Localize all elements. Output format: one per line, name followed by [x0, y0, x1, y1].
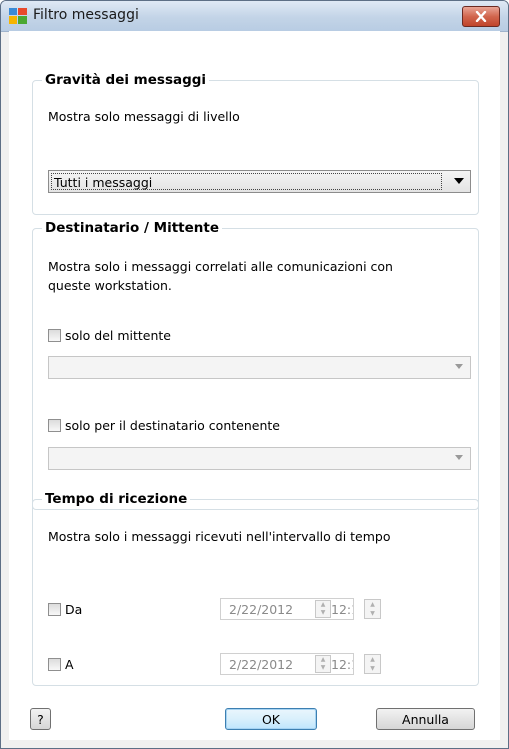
severity-dropdown[interactable]: Tutti i messaggi — [48, 170, 471, 193]
help-button[interactable]: ? — [30, 708, 51, 730]
time-group-title: Tempo di ricezione — [42, 491, 191, 507]
recipient-checkbox[interactable] — [48, 418, 61, 432]
severity-selected-value: Tutti i messaggi — [51, 173, 442, 190]
sender-checkbox[interactable] — [48, 328, 61, 342]
to-checkbox-label: A — [65, 656, 74, 672]
dialog-content: Gravità dei messaggi Mostra solo messagg… — [9, 31, 500, 740]
from-checkbox-label: Da — [65, 601, 83, 617]
severity-group: Gravità dei messaggi Mostra solo messagg… — [32, 72, 479, 215]
to-date-spinner[interactable]: ▲ ▼ — [315, 655, 331, 673]
spin-down-icon[interactable]: ▼ — [316, 664, 330, 672]
time-group: Tempo di ricezione Mostra solo i messagg… — [32, 491, 479, 686]
spin-up-icon[interactable]: ▲ — [316, 601, 330, 609]
recipient-group: Destinatario / Mittente Mostra solo i me… — [32, 220, 479, 510]
title-bar[interactable]: Filtro messaggi — [1, 1, 508, 32]
from-checkbox[interactable] — [48, 602, 61, 616]
recipient-description-line1: Mostra solo i messaggi correlati alle co… — [48, 259, 393, 274]
sender-checkbox-row[interactable]: solo del mittente — [48, 326, 171, 344]
spin-up-icon[interactable]: ▲ — [316, 656, 330, 664]
from-date-value: 2/22/2012 — [229, 602, 294, 617]
close-button[interactable] — [462, 6, 500, 27]
to-checkbox-row[interactable]: A — [48, 655, 74, 673]
from-date-spinner[interactable]: ▲ ▼ — [315, 600, 331, 618]
spin-up-icon[interactable]: ▲ — [365, 600, 380, 609]
from-time-spinner[interactable]: ▲ ▼ — [364, 599, 381, 619]
recipient-description-line2: queste workstation. — [48, 278, 172, 293]
chevron-down-icon — [455, 455, 463, 460]
cancel-button[interactable]: Annulla — [376, 708, 475, 730]
chevron-down-icon — [455, 364, 463, 369]
close-icon — [475, 11, 487, 22]
spin-up-icon[interactable]: ▲ — [365, 655, 380, 664]
recipient-checkbox-label: solo per il destinatario contenente — [65, 417, 280, 433]
from-time-value: 12:17:41 P — [331, 602, 353, 617]
severity-group-title: Gravità dei messaggi — [42, 72, 210, 88]
to-datetime-picker[interactable]: 2/22/2012 ▲ ▼ 12:17:41 P ▲ ▼ — [220, 653, 381, 675]
spin-down-icon[interactable]: ▼ — [365, 609, 380, 618]
recipient-dropdown[interactable] — [48, 447, 471, 470]
recipient-group-title: Destinatario / Mittente — [42, 220, 222, 236]
spin-down-icon[interactable]: ▼ — [316, 609, 330, 617]
window-title: Filtro messaggi — [33, 7, 139, 23]
sender-dropdown[interactable] — [48, 356, 471, 379]
recipient-checkbox-row[interactable]: solo per il destinatario contenente — [48, 416, 280, 434]
to-date-value: 2/22/2012 — [229, 657, 294, 672]
to-time-spinner[interactable]: ▲ ▼ — [364, 654, 381, 674]
time-description: Mostra solo i messaggi ricevuti nell'int… — [48, 529, 391, 544]
to-checkbox[interactable] — [48, 657, 61, 671]
sender-checkbox-label: solo del mittente — [65, 327, 171, 343]
chevron-down-icon — [454, 178, 464, 184]
spin-down-icon[interactable]: ▼ — [365, 664, 380, 673]
filter-dialog: Filtro messaggi Gravità dei messaggi Mos… — [0, 0, 509, 749]
from-datetime-picker[interactable]: 2/22/2012 ▲ ▼ 12:17:41 P ▲ ▼ — [220, 598, 381, 620]
to-time-value: 12:17:41 P — [331, 657, 353, 672]
from-checkbox-row[interactable]: Da — [48, 600, 82, 618]
avg-logo-icon — [9, 8, 27, 24]
ok-button[interactable]: OK — [225, 708, 317, 730]
severity-description: Mostra solo messaggi di livello — [48, 109, 240, 124]
